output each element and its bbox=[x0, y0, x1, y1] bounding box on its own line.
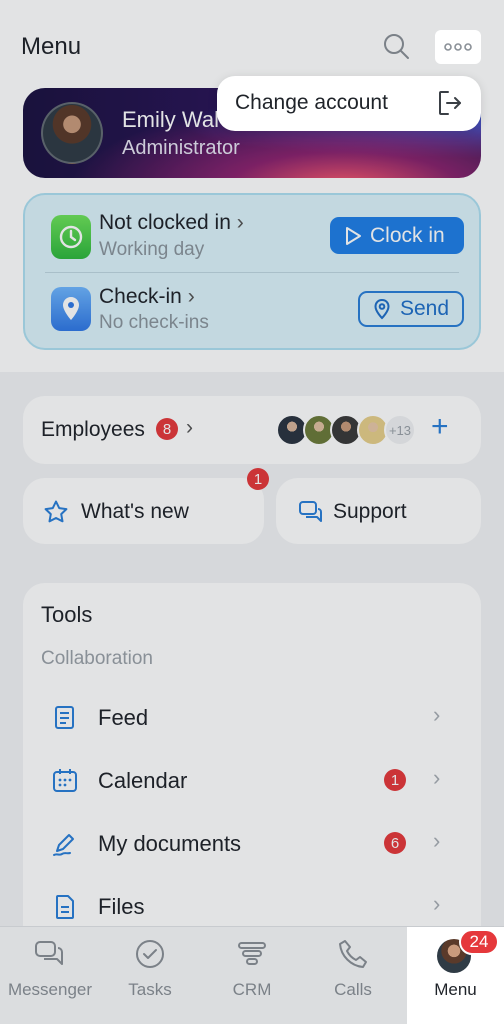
top-area: Menu Emily Wal Administrator Not clocked… bbox=[0, 0, 504, 372]
search-icon[interactable] bbox=[380, 30, 412, 62]
more-horizontal-icon bbox=[444, 43, 472, 51]
support-button[interactable]: Support bbox=[276, 478, 481, 544]
chevron-right-icon: › bbox=[236, 211, 244, 234]
tool-item-calendar[interactable]: Calendar 1 › bbox=[23, 748, 481, 810]
tab-messenger[interactable]: Messenger bbox=[0, 927, 100, 1024]
tab-tasks[interactable]: Tasks bbox=[100, 927, 200, 1024]
play-icon bbox=[346, 226, 361, 245]
tool-label: Files bbox=[98, 894, 145, 919]
tab-bar: Messenger Tasks CRM Calls 24 Menu bbox=[0, 926, 504, 1024]
clock-status[interactable]: Not clocked in › bbox=[99, 211, 244, 235]
tab-crm[interactable]: CRM bbox=[202, 927, 302, 1024]
tool-label: Feed bbox=[98, 705, 149, 730]
tool-item-my-documents[interactable]: My documents 6 › bbox=[23, 811, 481, 873]
tool-label: My documents bbox=[98, 831, 242, 856]
calendar-badge: 1 bbox=[384, 769, 406, 791]
checkin-label: Check-in bbox=[99, 285, 182, 308]
phone-icon bbox=[339, 940, 367, 968]
tool-item-feed[interactable]: Feed › bbox=[23, 685, 481, 747]
file-icon bbox=[56, 895, 74, 919]
whats-new-badge: 1 bbox=[247, 468, 269, 490]
more-employees-count: +13 bbox=[384, 414, 416, 446]
chevron-right-icon: › bbox=[433, 891, 441, 916]
star-icon bbox=[44, 500, 68, 523]
send-button[interactable]: Send bbox=[358, 291, 464, 327]
funnel-icon bbox=[238, 942, 266, 965]
page-title: Menu bbox=[21, 33, 82, 60]
menu-badge: 24 bbox=[459, 929, 499, 955]
tab-label: Calls bbox=[334, 980, 372, 999]
check-circle-icon bbox=[136, 940, 164, 968]
whats-new-button[interactable]: What's new 1 bbox=[23, 468, 269, 544]
chevron-right-icon: › bbox=[187, 285, 195, 308]
logout-icon bbox=[439, 91, 461, 115]
chevron-right-icon: › bbox=[433, 702, 441, 727]
profile-name: Emily Wal bbox=[122, 107, 219, 132]
tab-label: Messenger bbox=[7, 980, 93, 999]
chat-bubbles-icon bbox=[299, 501, 322, 522]
divider bbox=[45, 272, 459, 273]
whats-new-label: What's new bbox=[81, 500, 189, 523]
clock-subtitle: Working day bbox=[99, 239, 205, 260]
employees-label: Employees bbox=[41, 418, 145, 441]
add-employee-icon[interactable]: + bbox=[431, 410, 449, 444]
tools-title: Tools bbox=[41, 602, 93, 627]
calendar-icon bbox=[53, 769, 77, 792]
signature-icon bbox=[53, 834, 74, 856]
menu-screen: Menu Emily Wal Administrator Not clocked… bbox=[0, 0, 504, 1024]
clock-status-label: Not clocked in bbox=[99, 211, 231, 234]
chevron-right-icon: › bbox=[433, 765, 441, 790]
tab-label: CRM bbox=[232, 980, 272, 999]
employees-badge: 8 bbox=[156, 418, 178, 440]
location-pin-icon bbox=[374, 298, 390, 320]
clock-icon bbox=[51, 215, 91, 259]
change-account-popup[interactable]: Change account bbox=[217, 76, 481, 131]
tab-label: Menu bbox=[434, 980, 477, 999]
support-label: Support bbox=[333, 500, 407, 523]
change-account-label: Change account bbox=[235, 91, 388, 114]
checkin-status[interactable]: Check-in › bbox=[99, 285, 195, 309]
tab-menu[interactable]: 24 Menu bbox=[407, 927, 504, 1024]
tool-label: Calendar bbox=[98, 768, 188, 793]
employees-row[interactable]: Employees 8 › +13 + bbox=[23, 396, 481, 464]
profile-role: Administrator bbox=[122, 137, 240, 159]
location-pin-icon bbox=[51, 287, 91, 331]
clock-in-button[interactable]: Clock in bbox=[330, 217, 464, 254]
feed-icon bbox=[55, 706, 74, 729]
documents-badge: 6 bbox=[384, 832, 406, 854]
more-button[interactable] bbox=[435, 30, 481, 64]
tools-card: Tools Collaboration Feed › Calendar 1 › … bbox=[23, 583, 481, 983]
chevron-right-icon: › bbox=[186, 416, 193, 439]
section-header: Collaboration bbox=[41, 648, 153, 669]
avatar bbox=[41, 102, 103, 164]
checkin-subtitle: No check-ins bbox=[99, 312, 209, 333]
chevron-right-icon: › bbox=[433, 828, 441, 853]
tab-calls[interactable]: Calls bbox=[303, 927, 403, 1024]
clock-in-label: Clock in bbox=[370, 223, 445, 247]
send-label: Send bbox=[400, 297, 450, 320]
chat-bubbles-icon bbox=[35, 941, 63, 965]
work-time-card: Not clocked in › Working day Clock in Ch… bbox=[23, 193, 481, 350]
tab-label: Tasks bbox=[128, 980, 172, 999]
